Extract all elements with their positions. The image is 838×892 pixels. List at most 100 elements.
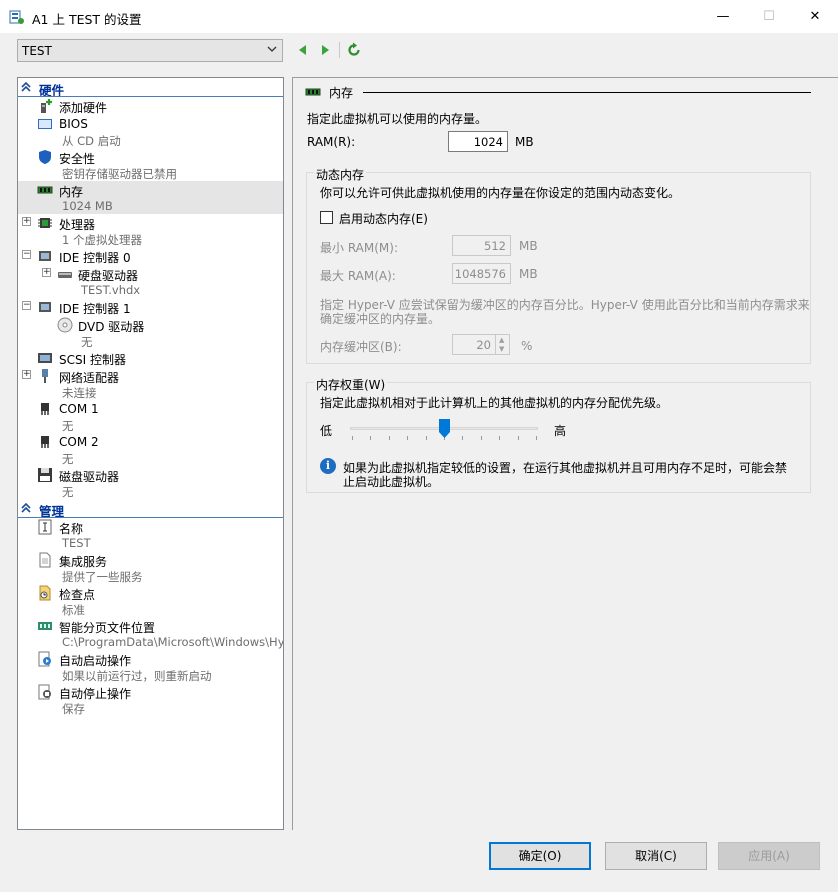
tree-item-hard-drive[interactable]: + 硬盘驱动器 TEST.vhdx [18,265,283,298]
slider-tick [499,436,501,440]
tree-item-label: 内存 [59,185,84,199]
tree-item-detail: 无 [62,419,74,433]
category-hardware[interactable]: 硬件 [18,79,283,98]
memory-weight-slider[interactable] [350,418,538,444]
tree-item-smart-paging[interactable]: 智能分页文件位置 C:\ProgramData\Microsoft\Window… [18,617,283,650]
slider-tick [370,436,372,440]
slider-thumb[interactable] [438,419,450,438]
tree-item-detail: 密钥存储驱动器已禁用 [62,167,177,181]
auto-start-icon [38,651,51,667]
tree-item-label: 磁盘驱动器 [59,470,120,484]
tree-item-detail: 未连接 [62,386,97,400]
tree-item-label: BIOS [59,117,88,131]
tree-item-com2[interactable]: COM 2 无 [18,433,283,466]
tree-item-label: SCSI 控制器 [59,353,126,367]
slider-tick [517,436,519,440]
buffer-description-2: 确定缓冲区的内存量。 [320,312,441,326]
ok-button[interactable]: 确定(O) [489,842,591,870]
tree-item-detail: TEST [62,536,91,550]
floppy-disk-icon [38,468,52,482]
weight-low-label: 低 [320,424,333,438]
tree-item-bios[interactable]: BIOS 从 CD 启动 [18,115,283,148]
collapse-icon [21,502,31,513]
tree-item-label: DVD 驱动器 [78,320,145,334]
tree-item-auto-stop[interactable]: 自动停止操作 保存 [18,683,283,716]
tree-item-detail: 保存 [62,702,85,716]
min-ram-label: 最小 RAM(M): [320,241,398,255]
tree-item-network-adapter[interactable]: + 网络适配器 未连接 [18,367,283,400]
tree-item-integration-services[interactable]: 集成服务 提供了一些服务 [18,551,283,584]
buffer-input[interactable]: 20 [452,334,496,355]
tree-item-dvd[interactable]: DVD 驱动器 无 [18,316,283,349]
memory-weight-title: 内存权重(W) [314,376,388,393]
tree-item-label: 集成服务 [59,555,108,569]
tree-item-detail: 无 [62,485,74,499]
tree-item-detail: 从 CD 启动 [62,134,121,148]
tree-item-auto-start[interactable]: 自动启动操作 如果以前运行过，则重新启动 [18,650,283,683]
previous-arrow-icon[interactable] [295,42,311,58]
tree-item-checkpoints[interactable]: 检查点 标准 [18,584,283,617]
tree-item-processor[interactable]: + 处理器 1 个虚拟处理器 [18,214,283,247]
com-port-icon [41,403,49,415]
tree-item-floppy[interactable]: 磁盘驱动器 无 [18,466,283,499]
expand-icon[interactable]: + [22,370,31,379]
tree-item-detail: C:\ProgramData\Microsoft\Windows\Hyper-V [62,635,284,649]
auto-stop-icon [38,684,51,700]
ide-controller-icon [39,251,51,261]
collapse-icon[interactable]: − [22,301,31,310]
ram-label: RAM(R): [307,135,356,149]
tree-item-ide1[interactable]: − IDE 控制器 1 [18,298,283,316]
network-adapter-icon [42,369,48,383]
maximize-button[interactable]: ☐ [746,0,792,33]
title-bar: A1 上 TEST 的设置 — ☐ ✕ [0,0,838,33]
tree-item-label: 添加硬件 [59,101,108,115]
tree-item-detail: 无 [62,452,74,466]
next-arrow-icon[interactable] [317,42,333,58]
category-management[interactable]: 管理 [18,500,283,519]
slider-tick [462,436,464,440]
buffer-unit: % [521,339,533,353]
tree-item-detail: 1024 MB [62,199,113,213]
ram-input[interactable]: 1024 [448,131,508,152]
collapse-icon [21,81,31,92]
tree-item-label: IDE 控制器 1 [59,302,131,316]
name-tag-icon [38,519,52,535]
tree-item-label: 名称 [59,522,84,536]
apply-button[interactable]: 应用(A) [718,842,820,870]
slider-tick [480,436,482,440]
memory-icon [37,186,53,194]
cancel-button[interactable]: 取消(C) [605,842,707,870]
slider-tick [388,436,390,440]
close-button[interactable]: ✕ [792,0,838,33]
spin-down-icon[interactable]: ▼ [499,345,504,353]
expand-icon[interactable]: + [22,217,31,226]
tree-item-detail: TEST.vhdx [81,283,141,297]
hard-drive-icon [58,272,72,278]
enable-dynamic-memory-checkbox[interactable] [320,211,333,224]
collapse-icon[interactable]: − [22,250,31,259]
tree-item-ide0[interactable]: − IDE 控制器 0 [18,247,283,265]
tree-item-name[interactable]: 名称 TEST [18,518,283,551]
tree-item-detail: 标准 [62,603,85,617]
enable-dynamic-memory-label[interactable]: 启用动态内存(E) [339,210,428,227]
expand-icon[interactable]: + [42,268,51,277]
tree-item-detail: 1 个虚拟处理器 [62,233,142,247]
memory-settings-panel: 内存 指定此虚拟机可以使用的内存量。 RAM(R): 1024 MB 动态内存 … [292,77,838,830]
scsi-controller-icon [38,353,52,363]
tree-item-memory[interactable]: 内存 1024 MB [18,181,283,214]
tree-item-com1[interactable]: COM 1 无 [18,400,283,433]
tree-item-label: 自动启动操作 [59,654,132,668]
max-ram-input[interactable]: 1048576 [452,263,511,284]
spin-up-icon[interactable]: ▲ [499,336,504,344]
minimize-button[interactable]: — [700,0,746,33]
tree-item-label: COM 2 [59,435,99,449]
refresh-icon[interactable] [346,42,362,58]
tree-item-scsi[interactable]: SCSI 控制器 [18,349,283,367]
min-ram-input[interactable]: 512 [452,235,511,256]
tree-item-security[interactable]: 安全性 密钥存储驱动器已禁用 [18,148,283,181]
shield-icon [39,150,51,164]
buffer-spinner[interactable]: ▲ ▼ [496,334,510,355]
tree-item-label: 网络适配器 [59,371,120,385]
tree-item-add-hardware[interactable]: 添加硬件 [18,97,283,115]
vm-select[interactable]: TEST [17,39,283,62]
